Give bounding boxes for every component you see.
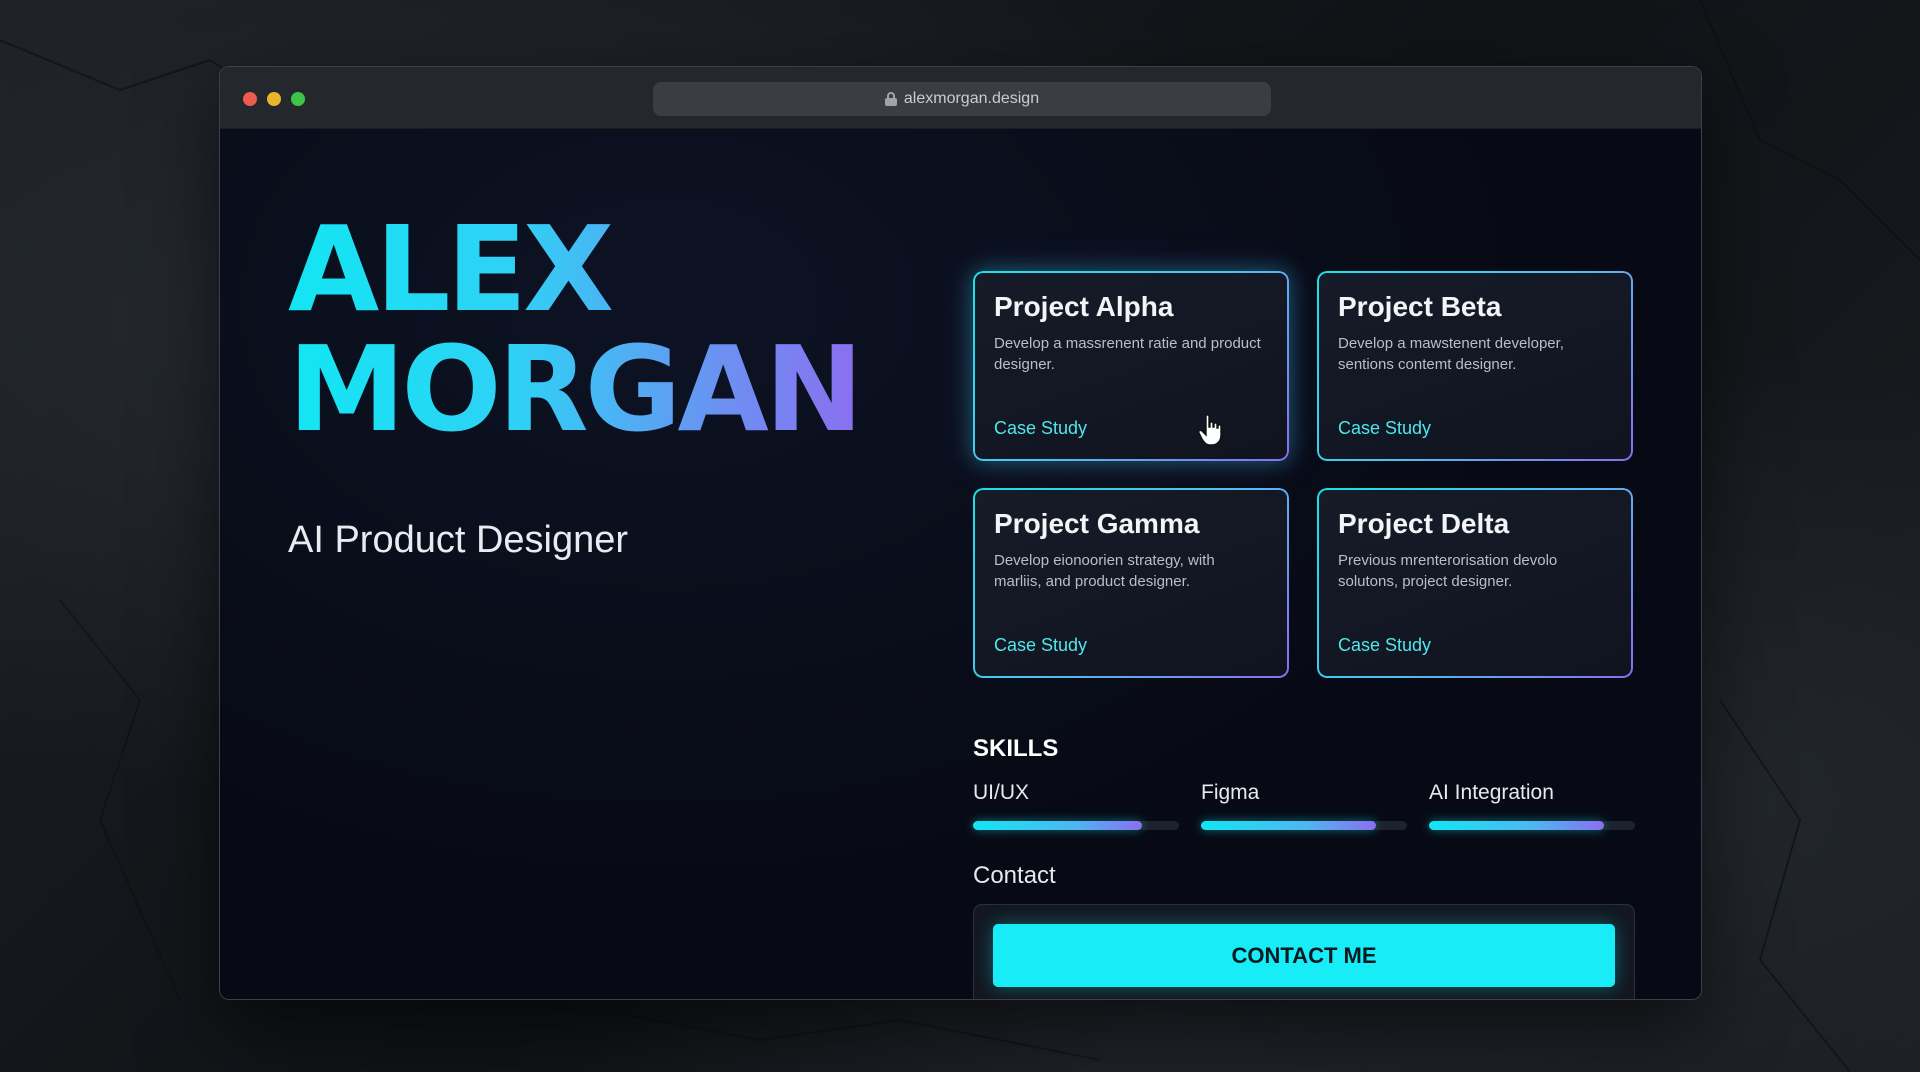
url-text: alexmorgan.design	[903, 90, 1040, 107]
hand-pointer-icon	[1198, 414, 1222, 446]
skill-progress-track	[1201, 821, 1407, 830]
case-study-link[interactable]: Case Study	[1338, 635, 1431, 656]
skill-progress-fill	[973, 821, 1142, 830]
skill-progress-fill	[1429, 821, 1605, 830]
skill-figma: Figma	[1201, 781, 1407, 830]
project-card-beta[interactable]: Project Beta Develop a mawstenent develo…	[1317, 271, 1633, 461]
project-title: Project Gamma	[994, 508, 1200, 539]
case-study-link[interactable]: Case Study	[1338, 418, 1431, 439]
skill-label: AI Integration	[1429, 781, 1554, 804]
page-content: ALEX MORGAN AI Product Designer Project …	[220, 129, 1701, 999]
project-description: Develop a mawstenent developer, sentions…	[1338, 335, 1564, 373]
close-window-button[interactable]	[243, 92, 257, 106]
project-title: Project Delta	[1338, 508, 1510, 539]
hero-name: ALEX MORGAN	[288, 209, 860, 449]
skill-progress-track	[1429, 821, 1635, 830]
browser-titlebar: alexmorgan.design	[220, 67, 1701, 129]
project-card-gamma[interactable]: Project Gamma Develop eionoorien strateg…	[973, 488, 1289, 678]
skill-progress-fill	[1201, 821, 1377, 830]
skills-heading: SKILLS	[973, 735, 1059, 762]
project-description: Develop a massrenent ratie and product d…	[994, 335, 1261, 373]
case-study-link[interactable]: Case Study	[994, 418, 1087, 439]
hero-first-name: ALEX	[288, 200, 611, 338]
hero-last-name: MORGAN	[288, 320, 860, 458]
maximize-window-button[interactable]	[291, 92, 305, 106]
skill-label: Figma	[1201, 781, 1260, 804]
project-title: Project Beta	[1338, 291, 1502, 322]
skill-progress-track	[973, 821, 1179, 830]
browser-window: alexmorgan.design ALEX MORGAN AI Product…	[219, 66, 1702, 1000]
contact-me-button[interactable]: CONTACT ME	[993, 924, 1615, 987]
minimize-window-button[interactable]	[267, 92, 281, 106]
project-title: Project Alpha	[994, 291, 1174, 322]
skill-ai-integration: AI Integration	[1429, 781, 1635, 830]
case-study-link[interactable]: Case Study	[994, 635, 1087, 656]
contact-heading: Contact	[973, 862, 1056, 889]
lock-icon	[884, 92, 897, 106]
hero-role: AI Product Designer	[288, 519, 629, 561]
project-description: Develop eionoorien strategy, with marlii…	[994, 552, 1215, 590]
project-card-delta[interactable]: Project Delta Previous mrenterorisation …	[1317, 488, 1633, 678]
project-card-alpha[interactable]: Project Alpha Develop a massrenent ratie…	[973, 271, 1289, 461]
address-bar[interactable]: alexmorgan.design	[653, 82, 1271, 116]
skill-label: UI/UX	[973, 781, 1030, 804]
contact-panel: CONTACT ME	[973, 904, 1635, 999]
project-description: Previous mrenterorisation devolo soluton…	[1338, 552, 1558, 590]
skill-ui-ux: UI/UX	[973, 781, 1179, 830]
